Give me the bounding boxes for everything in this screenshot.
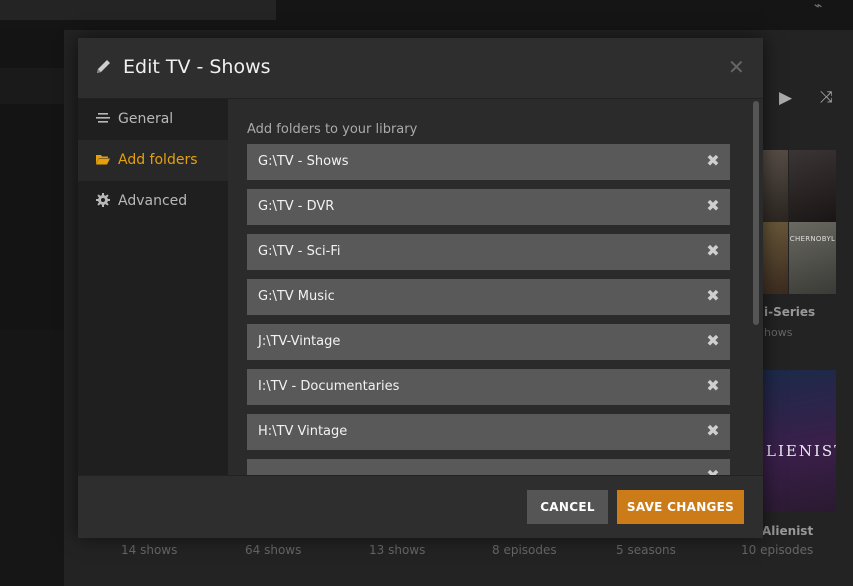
sidebar-item-general[interactable]: General <box>78 99 228 140</box>
play-icon[interactable]: ▶ <box>779 88 792 108</box>
card-title[interactable]: Alienist <box>762 524 813 538</box>
poster-text: CHERNOBYL <box>789 235 836 243</box>
remove-folder-icon[interactable]: ✖ <box>705 196 721 216</box>
folder-path: H:\TV Vintage <box>258 424 348 439</box>
poster-thumb[interactable] <box>762 150 788 222</box>
folder-row[interactable]: ✖ <box>247 459 730 475</box>
folder-open-icon <box>96 155 110 165</box>
folder-row[interactable]: G:\TV - Sci-Fi ✖ <box>247 234 730 270</box>
cancel-button[interactable]: CANCEL <box>527 490 608 524</box>
modal-title: Edit TV - Shows <box>123 56 271 78</box>
modal-footer: CANCEL SAVE CHANGES <box>78 475 763 538</box>
poster-alienist[interactable]: LIENIST <box>762 370 836 512</box>
card-count: 8 episodes <box>492 543 557 557</box>
poster-text: LIENIST <box>766 442 836 460</box>
edit-library-modal: Edit TV - Shows ✕ General Add folders Ad… <box>78 38 763 538</box>
close-icon[interactable]: ✕ <box>728 55 745 79</box>
card-count: 14 shows <box>121 543 178 557</box>
folder-path: G:\TV - Sci-Fi <box>258 244 341 259</box>
save-changes-button[interactable]: SAVE CHANGES <box>617 490 744 524</box>
card-count: 13 shows <box>369 543 426 557</box>
left-sidebar-lower <box>0 330 64 586</box>
add-folders-panel: Add folders to your library G:\TV - Show… <box>228 99 763 475</box>
card-count: 10 episodes <box>741 543 814 557</box>
remove-folder-icon[interactable]: ✖ <box>705 466 721 475</box>
scrollbar-thumb[interactable] <box>753 101 759 325</box>
card-subtitle: hows <box>764 326 793 339</box>
shuffle-icon[interactable]: ⤨ <box>820 87 833 107</box>
folder-path: G:\TV - Shows <box>258 154 349 169</box>
activity-icon[interactable]: ⌁ <box>814 0 822 14</box>
sidebar-item-label: Add folders <box>118 152 198 168</box>
pencil-icon <box>97 60 110 73</box>
folder-row[interactable]: G:\TV - DVR ✖ <box>247 189 730 225</box>
remove-folder-icon[interactable]: ✖ <box>705 421 721 441</box>
remove-folder-icon[interactable]: ✖ <box>705 241 721 261</box>
sidebar-item-advanced[interactable]: Advanced <box>78 181 228 222</box>
poster-chernobyl[interactable]: CHERNOBYL <box>789 222 836 294</box>
modal-sidebar: General Add folders Advanced <box>78 99 228 475</box>
sidebar-item-label: Advanced <box>118 193 188 209</box>
folder-row[interactable]: I:\TV - Documentaries ✖ <box>247 369 730 405</box>
poster-thumb[interactable] <box>789 150 836 222</box>
folder-row[interactable]: G:\TV Music ✖ <box>247 279 730 315</box>
folder-list: G:\TV - Shows ✖ G:\TV - DVR ✖ G:\TV - Sc… <box>247 144 730 475</box>
section-label: Add folders to your library <box>247 122 418 137</box>
card-title[interactable]: i-Series <box>764 305 815 319</box>
card-count: 5 seasons <box>616 543 676 557</box>
folder-path: G:\TV - DVR <box>258 199 335 214</box>
folder-path: G:\TV Music <box>258 289 335 304</box>
folder-row[interactable]: J:\TV-Vintage ✖ <box>247 324 730 360</box>
folder-path: I:\TV - Documentaries <box>258 379 400 394</box>
gear-icon <box>96 193 110 207</box>
sidebar-item-add-folders[interactable]: Add folders <box>78 140 228 181</box>
remove-folder-icon[interactable]: ✖ <box>705 286 721 306</box>
remove-folder-icon[interactable]: ✖ <box>705 151 721 171</box>
poster-thumb[interactable] <box>762 222 788 294</box>
sidebar-item-label: General <box>118 111 174 127</box>
folder-path: J:\TV-Vintage <box>258 334 341 349</box>
remove-folder-icon[interactable]: ✖ <box>705 331 721 351</box>
folder-row[interactable]: G:\TV - Shows ✖ <box>247 144 730 180</box>
list-icon <box>96 113 110 123</box>
folder-row[interactable]: H:\TV Vintage ✖ <box>247 414 730 450</box>
remove-folder-icon[interactable]: ✖ <box>705 376 721 396</box>
card-count: 64 shows <box>245 543 302 557</box>
search-bar[interactable] <box>0 0 276 20</box>
modal-header: Edit TV - Shows ✕ <box>78 38 763 99</box>
left-sidebar-item[interactable] <box>0 68 64 104</box>
